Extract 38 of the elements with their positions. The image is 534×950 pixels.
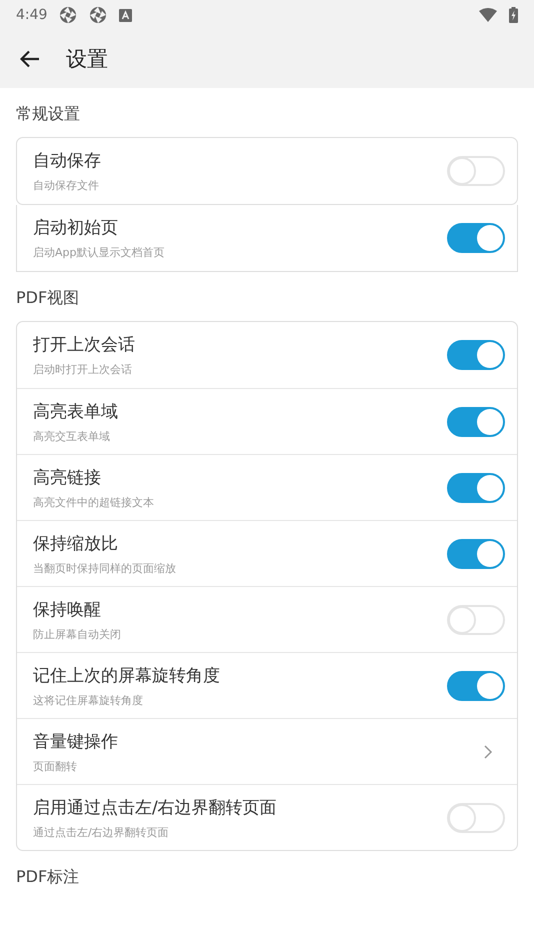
battery-icon [509,7,518,23]
setting-title: 启动初始页 [33,217,118,239]
setting-description: 自动保存文件 [33,178,99,193]
setting-description: 当翻页时保持同样的页面缩放 [33,560,176,576]
setting-description: 启动时打开上次会话 [33,362,132,377]
setting-title: 启用通过点击左/右边界翻转页面 [33,796,277,818]
setting-title: 保持唤醒 [33,598,101,620]
setting-title: 保持缩放比 [33,532,118,554]
back-arrow-icon[interactable] [20,50,40,68]
toggle-switch[interactable] [447,472,505,502]
toggle-switch[interactable] [447,223,505,253]
setting-title: 自动保存 [33,150,101,172]
toggle-switch[interactable] [447,538,505,568]
setting-description: 高亮文件中的超链接文本 [33,494,154,510]
keyboard-icon [119,8,132,22]
setting-title: 高亮链接 [33,466,101,488]
setting-title: 记住上次的屏幕旋转角度 [33,664,220,686]
setting-description: 页面翻转 [33,758,77,774]
section-title: 常规设置 [16,104,80,123]
chevron-right-icon [483,744,493,758]
setting-description: 防止屏幕自动关闭 [33,626,121,642]
toggle-switch[interactable] [447,406,505,436]
aperture-icon [89,6,108,24]
wifi-icon [479,8,497,22]
status-time: 4:49 [16,7,48,23]
setting-description: 高亮交互表单域 [33,428,110,444]
setting-description: 这将记住屏幕旋转角度 [33,692,143,708]
toggle-switch[interactable] [447,340,505,370]
setting-title: 高亮表单域 [33,400,118,422]
aperture-icon [59,6,78,24]
setting-description: 通过点击左/右边界翻转页面 [33,824,169,840]
setting-title: 音量键操作 [33,730,118,752]
toggle-switch[interactable] [447,670,505,700]
setting-description: 启动App默认显示文档首页 [33,245,164,260]
page-title: 设置 [66,46,108,73]
section-title: PDF标注 [16,867,80,886]
section-title: PDF视图 [16,288,80,307]
setting-title: 打开上次会话 [33,334,135,356]
